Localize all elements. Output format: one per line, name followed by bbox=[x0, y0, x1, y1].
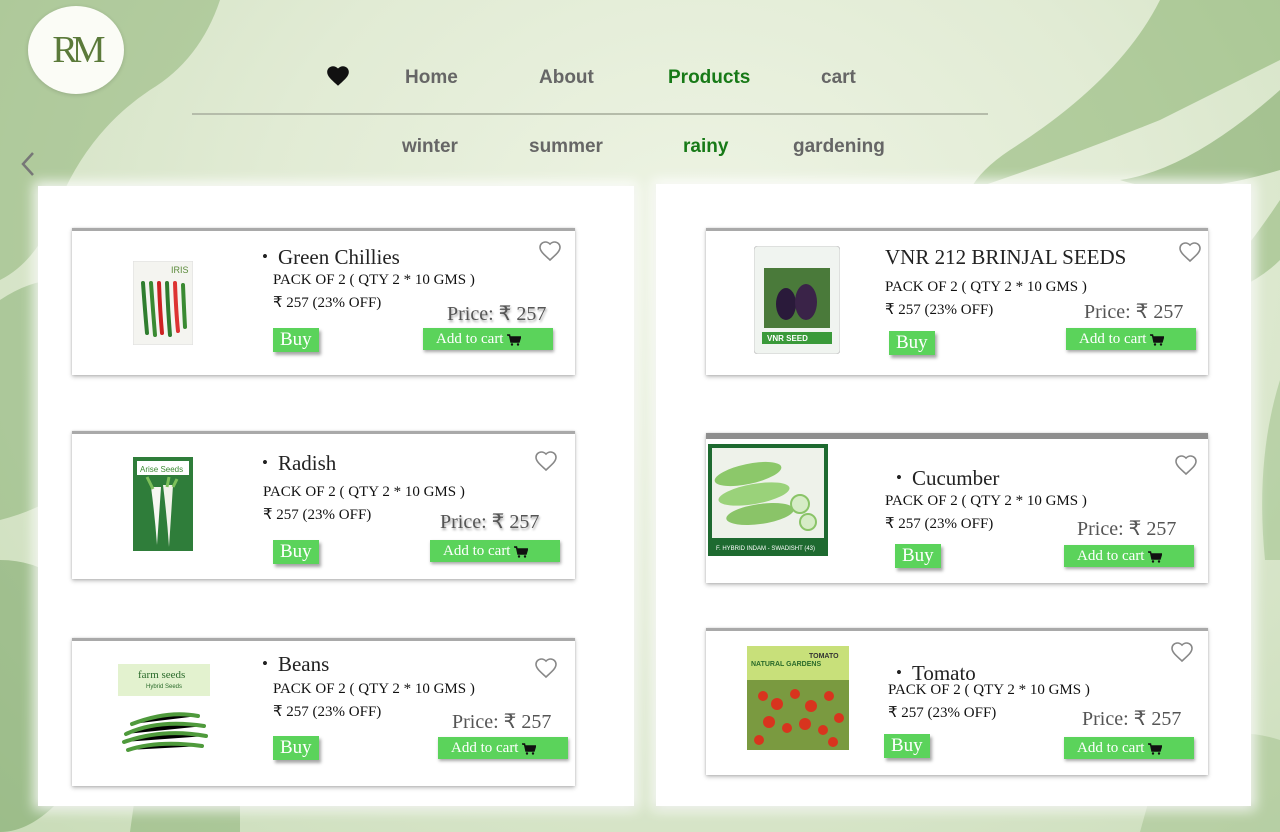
product-offer: ₹ 257 (23% OFF) bbox=[888, 705, 997, 721]
cart-icon bbox=[1148, 742, 1163, 755]
nav-cart[interactable]: cart bbox=[821, 67, 856, 89]
category-rainy[interactable]: rainy bbox=[683, 136, 728, 158]
add-to-cart-button[interactable]: Add to cart bbox=[438, 737, 568, 759]
favorite-heart-icon[interactable] bbox=[534, 657, 558, 679]
product-card: F. HYBRID INDAM - SWADISHT (43) Cucumber… bbox=[706, 433, 1208, 583]
add-to-cart-label: Add to cart bbox=[451, 740, 519, 756]
product-name: Radish bbox=[262, 451, 336, 476]
cucumber-image: F. HYBRID INDAM - SWADISHT (43) bbox=[708, 444, 828, 556]
cart-icon bbox=[522, 742, 537, 755]
tomato-pack-title: TOMATO bbox=[809, 653, 839, 660]
favorite-heart-icon[interactable] bbox=[1174, 454, 1198, 476]
buy-button[interactable]: Buy bbox=[273, 736, 319, 760]
product-offer: ₹ 257 (23% OFF) bbox=[273, 295, 382, 311]
product-offer: ₹ 257 (23% OFF) bbox=[263, 507, 372, 523]
cart-icon bbox=[514, 545, 529, 558]
radish-pack-label: Arise Seeds bbox=[140, 465, 183, 474]
cart-icon bbox=[1150, 333, 1165, 346]
product-offer: ₹ 257 (23% OFF) bbox=[885, 516, 994, 532]
category-gardening[interactable]: gardening bbox=[793, 136, 885, 158]
add-to-cart-label: Add to cart bbox=[436, 331, 504, 347]
buy-button[interactable]: Buy bbox=[273, 540, 319, 564]
product-card: farm seeds Hybrid Seeds Beans PACK OF 2 … bbox=[72, 638, 575, 786]
product-card: Arise Seeds Radish PACK OF 2 ( QTY 2 * 1… bbox=[72, 431, 575, 579]
brinjal-seeds-image: VNR SEED bbox=[754, 246, 840, 354]
category-summer[interactable]: summer bbox=[529, 136, 603, 158]
product-pack: PACK OF 2 ( QTY 2 * 10 GMS ) bbox=[263, 484, 465, 500]
buy-button[interactable]: Buy bbox=[895, 544, 941, 568]
tomato-pack-brand: NATURAL GARDENS bbox=[751, 661, 821, 668]
wishlist-heart-icon[interactable] bbox=[325, 63, 351, 89]
buy-button[interactable]: Buy bbox=[889, 331, 935, 355]
brinjal-pack-label: VNR SEED bbox=[767, 334, 808, 343]
brand-logo[interactable]: RM bbox=[28, 6, 124, 94]
logo-text: RM bbox=[52, 29, 105, 71]
nav-divider bbox=[192, 113, 988, 115]
product-pack: PACK OF 2 ( QTY 2 * 10 GMS ) bbox=[273, 681, 475, 697]
product-card: VNR SEED VNR 212 BRINJAL SEEDS PACK OF 2… bbox=[706, 228, 1208, 375]
product-price: Price: ₹ 257 bbox=[1077, 518, 1177, 540]
category-winter[interactable]: winter bbox=[402, 136, 458, 158]
product-pack: PACK OF 2 ( QTY 2 * 10 GMS ) bbox=[885, 279, 1087, 295]
beans-image: farm seeds Hybrid Seeds bbox=[118, 664, 210, 752]
product-price: Price: ₹ 257 bbox=[1084, 301, 1184, 323]
add-to-cart-label: Add to cart bbox=[1079, 331, 1147, 347]
add-to-cart-button[interactable]: Add to cart bbox=[430, 540, 560, 562]
buy-button[interactable]: Buy bbox=[273, 328, 319, 352]
cart-icon bbox=[507, 333, 522, 346]
product-pack: PACK OF 2 ( QTY 2 * 10 GMS ) bbox=[273, 272, 475, 288]
favorite-heart-icon[interactable] bbox=[1178, 241, 1202, 263]
product-price: Price: ₹ 257 bbox=[440, 511, 540, 533]
beans-pack-sublabel: Hybrid Seeds bbox=[146, 684, 182, 690]
add-to-cart-label: Add to cart bbox=[443, 543, 511, 559]
green-chillies-image: IRIS bbox=[133, 261, 193, 345]
tomato-image: NATURAL GARDENS TOMATO bbox=[747, 646, 849, 750]
product-name: Cucumber bbox=[896, 466, 999, 491]
product-price: Price: ₹ 257 bbox=[1082, 708, 1182, 730]
product-name: Beans bbox=[262, 652, 329, 677]
add-to-cart-button[interactable]: Add to cart bbox=[1064, 737, 1194, 759]
favorite-heart-icon[interactable] bbox=[538, 240, 562, 262]
product-price: Price: ₹ 257 bbox=[452, 711, 552, 733]
add-to-cart-button[interactable]: Add to cart bbox=[1064, 545, 1194, 567]
cucumber-pack-label: F. HYBRID INDAM - SWADISHT (43) bbox=[716, 546, 815, 552]
add-to-cart-label: Add to cart bbox=[1077, 740, 1145, 756]
product-name: VNR 212 BRINJAL SEEDS bbox=[885, 245, 1127, 269]
beans-pack-label: farm seeds bbox=[138, 669, 185, 681]
product-pack: PACK OF 2 ( QTY 2 * 10 GMS ) bbox=[885, 493, 1087, 509]
add-to-cart-label: Add to cart bbox=[1077, 548, 1145, 564]
product-card: IRIS Green Chillies PACK OF 2 ( QTY 2 * … bbox=[72, 228, 575, 375]
buy-button[interactable]: Buy bbox=[884, 734, 930, 758]
product-price: Price: ₹ 257 bbox=[447, 303, 547, 325]
product-offer: ₹ 257 (23% OFF) bbox=[885, 302, 994, 318]
radish-image: Arise Seeds bbox=[133, 457, 193, 551]
product-name: Green Chillies bbox=[262, 245, 400, 270]
cart-icon bbox=[1148, 550, 1163, 563]
nav-products[interactable]: Products bbox=[668, 67, 750, 89]
product-offer: ₹ 257 (23% OFF) bbox=[273, 704, 382, 720]
chevron-left-icon[interactable] bbox=[18, 150, 38, 178]
favorite-heart-icon[interactable] bbox=[534, 450, 558, 472]
nav-about[interactable]: About bbox=[539, 67, 594, 89]
product-card: NATURAL GARDENS TOMATO Tomato PACK OF 2 … bbox=[706, 628, 1208, 775]
add-to-cart-button[interactable]: Add to cart bbox=[1066, 328, 1196, 350]
nav-home[interactable]: Home bbox=[405, 67, 458, 89]
product-pack: PACK OF 2 ( QTY 2 * 10 GMS ) bbox=[888, 682, 1090, 698]
chillies-pack-label: IRIS bbox=[171, 265, 189, 275]
add-to-cart-button[interactable]: Add to cart bbox=[423, 328, 553, 350]
favorite-heart-icon[interactable] bbox=[1170, 641, 1194, 663]
